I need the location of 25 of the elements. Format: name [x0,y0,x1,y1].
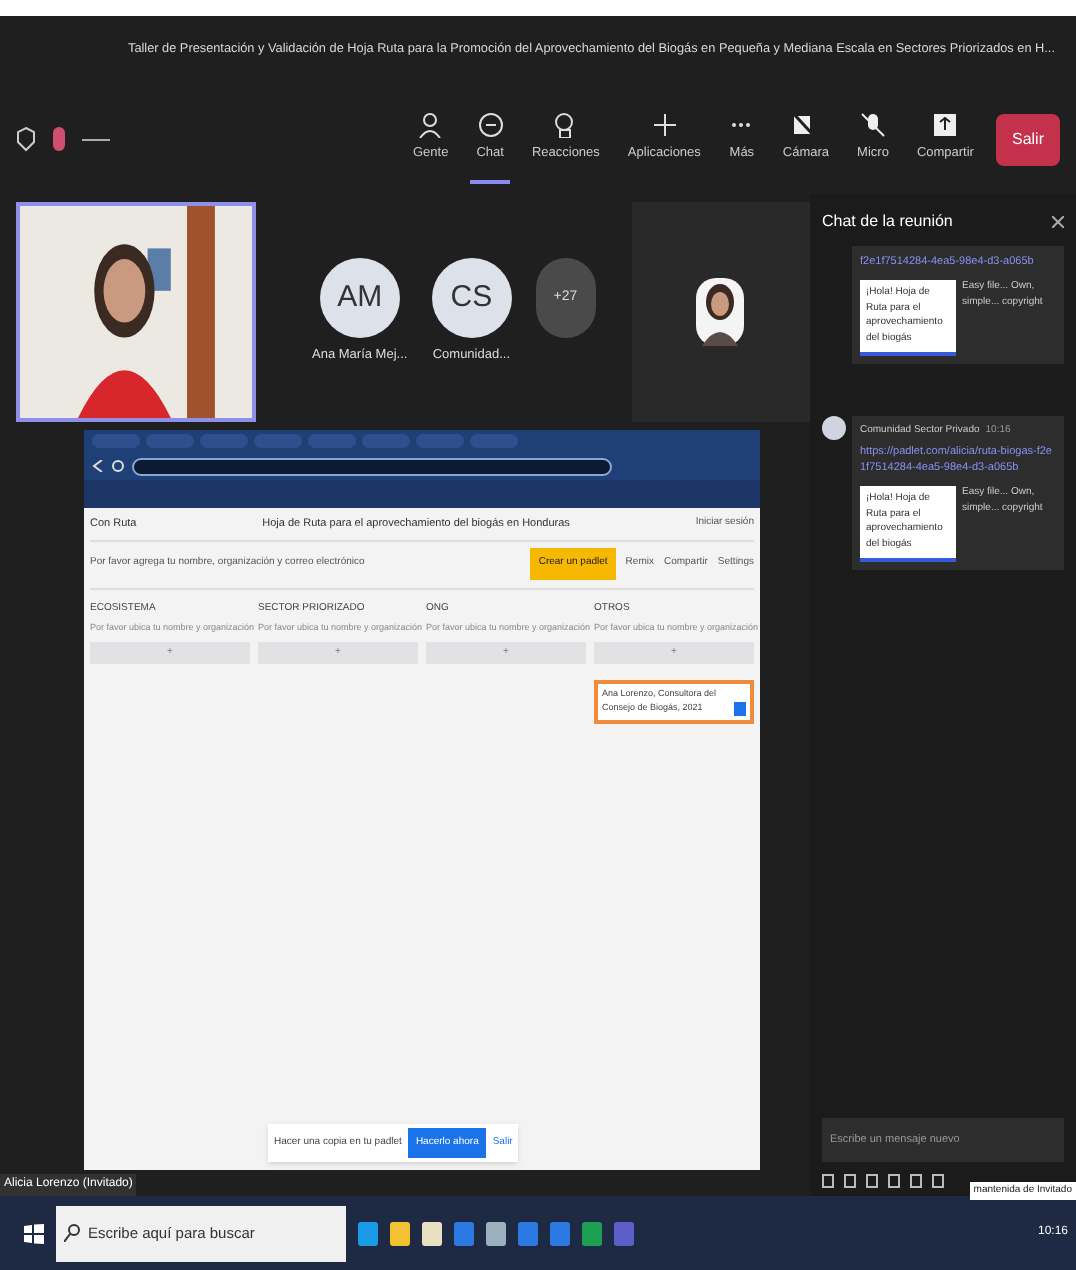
search-icon [64,1224,80,1242]
windows-icon[interactable] [24,1223,44,1243]
app-icon[interactable] [390,1221,410,1245]
publish-icon[interactable] [734,701,746,715]
shield-icon[interactable] [16,126,36,152]
apps-icon [651,111,678,138]
app-icon[interactable] [486,1221,506,1245]
chat-title: Chat de la reunión [822,210,955,234]
sender-avatar [822,416,846,441]
address-field[interactable] [132,457,612,475]
record-icon [52,126,66,152]
share-icon [932,111,959,138]
chat-icon [477,111,504,138]
participant-avatar: CS [431,258,512,339]
app-icon[interactable] [422,1221,442,1245]
more-icon[interactable] [82,135,110,143]
reload-icon[interactable] [112,460,124,472]
mic-icon [859,111,886,138]
leave-button[interactable]: Salir [995,113,1060,165]
close-icon[interactable] [1052,216,1064,228]
people-icon [417,111,444,138]
app-icon[interactable] [358,1221,378,1245]
react-icon [552,111,579,138]
back-icon[interactable] [92,460,104,472]
participant-avatar: AM [319,258,400,339]
